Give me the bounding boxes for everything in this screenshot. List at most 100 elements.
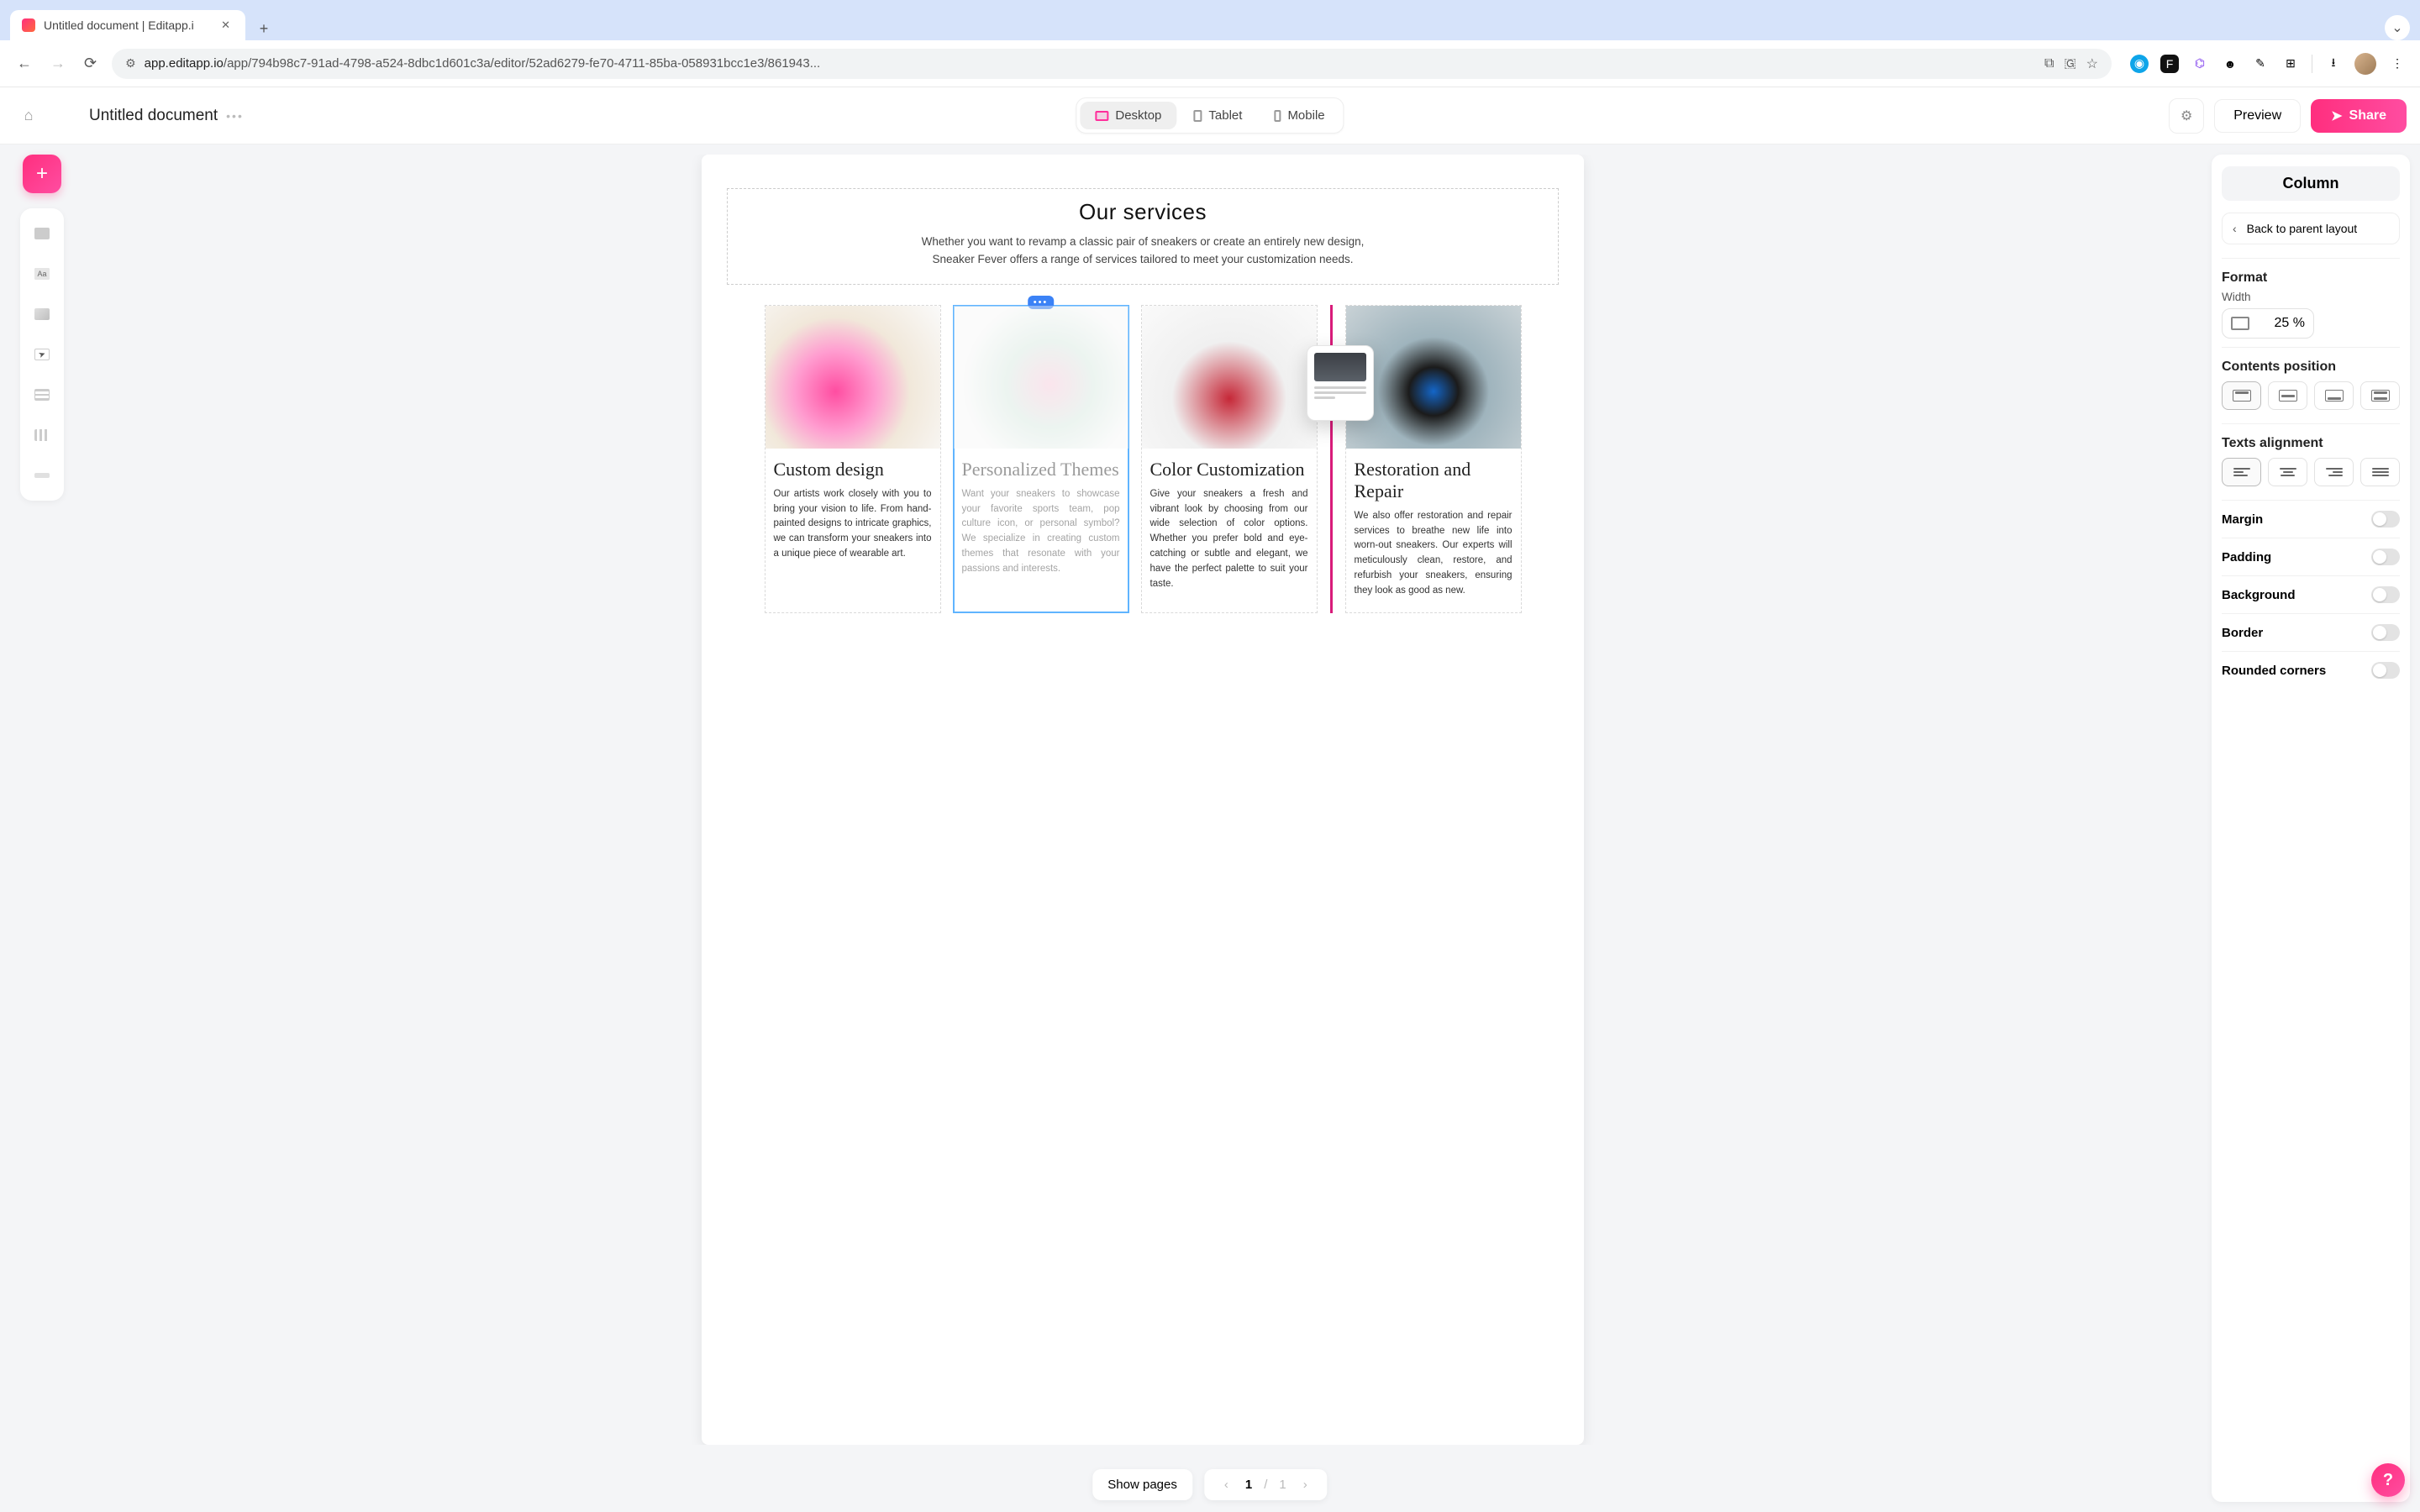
share-button[interactable]: ➤ Share [2311,99,2407,133]
position-top-button[interactable] [2222,381,2261,410]
home-button[interactable]: ⌂ [13,101,44,131]
close-tab-icon[interactable]: ✕ [218,17,234,34]
cursor-icon [34,349,50,360]
rail-chart-tool[interactable] [25,418,59,452]
divider [2222,347,2400,348]
canvas: Our services Whether you want to revamp … [84,155,2202,1445]
card-text[interactable]: We also offer restoration and repair ser… [1355,509,1512,599]
site-settings-icon[interactable]: ⚙ [125,56,136,71]
help-button[interactable]: ? [2371,1463,2405,1497]
section-header-block[interactable]: Our services Whether you want to revamp … [727,188,1559,285]
rail-placeholder-block[interactable] [25,217,59,250]
extension-icon[interactable]: ☻ [2221,55,2239,73]
width-input[interactable]: 25 % [2222,308,2314,339]
translate-icon[interactable]: 🇬 [2064,56,2075,71]
back-to-parent-button[interactable]: ‹ Back to parent layout [2222,213,2400,244]
prev-page-button[interactable]: ‹ [1219,1478,1234,1492]
reload-button[interactable]: ⟳ [81,51,100,76]
rail-image-block[interactable] [25,297,59,331]
extension-icon[interactable]: F [2160,55,2179,73]
width-value: 25 % [2275,316,2305,331]
bookmark-icon[interactable]: ☆ [2086,55,2098,72]
document-menu-icon[interactable]: ••• [226,109,244,123]
align-right-button[interactable] [2314,458,2354,486]
margin-toggle[interactable] [2371,511,2400,528]
align-left-button[interactable] [2222,458,2261,486]
width-label: Width [2222,291,2400,303]
block-icon [34,228,50,239]
card-image[interactable] [1142,306,1317,449]
card-title[interactable]: Restoration and Repair [1355,459,1512,502]
align-left-icon [2233,468,2250,476]
profile-avatar[interactable] [2354,53,2376,75]
browser-menu-icon[interactable]: ⋮ [2388,55,2407,73]
rail-cursor-tool[interactable] [25,338,59,371]
settings-button[interactable]: ⚙ [2169,98,2204,134]
card-title[interactable]: Personalized Themes [962,459,1120,480]
drag-preview [1307,345,1374,421]
downloads-icon[interactable]: ⭳ [2324,55,2343,73]
rail-grid-tool[interactable] [25,378,59,412]
next-page-button[interactable]: › [1298,1478,1313,1492]
card-image[interactable] [765,306,940,449]
position-stretch-button[interactable] [2360,381,2400,410]
section-title[interactable]: Our services [748,199,1538,225]
extension-icon[interactable]: ✎ [2251,55,2270,73]
preview-button[interactable]: Preview [2214,99,2301,133]
share-label: Share [2349,108,2386,123]
browser-tab[interactable]: Untitled document | Editapp.i ✕ [10,10,245,40]
align-stretch-icon [2371,390,2390,402]
align-justify-icon [2372,468,2389,476]
border-row: Border [2222,613,2400,651]
open-external-icon[interactable]: ⧉ [2044,56,2054,71]
position-middle-button[interactable] [2268,381,2307,410]
new-tab-button[interactable]: + [252,17,276,40]
left-rail: + [17,155,67,501]
border-toggle[interactable] [2371,624,2400,641]
card-text[interactable]: Give your sneakers a fresh and vibrant l… [1150,487,1308,592]
address-bar[interactable]: ⚙ app.editapp.io/app/794b98c7-91ad-4798-… [112,49,2112,79]
card-title[interactable]: Custom design [774,459,932,480]
card-column-selected[interactable]: ••• Personalized Themes Want your sneake… [953,305,1129,613]
device-mobile-tab[interactable]: Mobile [1259,102,1339,129]
page[interactable]: Our services Whether you want to revamp … [702,155,1584,1445]
send-icon: ➤ [2331,108,2342,124]
divider [2222,258,2400,259]
card-text[interactable]: Want your sneakers to showcase your favo… [962,487,1120,577]
device-tablet-tab[interactable]: Tablet [1178,102,1257,129]
back-button[interactable]: ← [13,51,35,76]
show-pages-button[interactable]: Show pages [1092,1469,1192,1500]
width-mode-icon [2231,317,2249,330]
card-image[interactable] [954,306,1128,449]
position-bottom-button[interactable] [2314,381,2354,410]
extension-icon[interactable]: ⌬ [2191,55,2209,73]
document-title[interactable]: Untitled document [89,107,218,125]
section-description[interactable]: Whether you want to revamp a classic pai… [874,234,1412,269]
spacer-icon [34,473,50,478]
desktop-icon [1095,111,1108,121]
extension-icon[interactable]: ◉ [2130,55,2149,73]
device-desktop-tab[interactable]: Desktop [1080,102,1176,129]
card-column[interactable]: Color Customization Give your sneakers a… [1141,305,1318,613]
align-justify-button[interactable] [2360,458,2400,486]
card-title[interactable]: Color Customization [1150,459,1308,480]
card-column[interactable]: Custom design Our artists work closely w… [765,305,941,613]
url-text: app.editapp.io/app/794b98c7-91ad-4798-a5… [145,56,2036,71]
rail-spacer-tool[interactable] [25,459,59,492]
rounded-toggle[interactable] [2371,662,2400,679]
align-bottom-icon [2325,390,2344,402]
mobile-icon [1274,110,1281,122]
contents-position-heading: Contents position [2222,360,2400,375]
add-block-button[interactable]: + [23,155,61,193]
padding-toggle[interactable] [2371,549,2400,565]
card-text[interactable]: Our artists work closely with you to bri… [774,487,932,562]
text-alignment-segmented [2222,458,2400,486]
rail-text-block[interactable] [25,257,59,291]
forward-button[interactable]: → [47,51,69,76]
tab-list-button[interactable]: ⌄ [2385,15,2410,40]
extensions-menu-icon[interactable]: ⊞ [2281,55,2300,73]
background-toggle[interactable] [2371,586,2400,603]
back-label: Back to parent layout [2247,222,2358,235]
align-center-button[interactable] [2268,458,2307,486]
image-icon [34,308,50,320]
